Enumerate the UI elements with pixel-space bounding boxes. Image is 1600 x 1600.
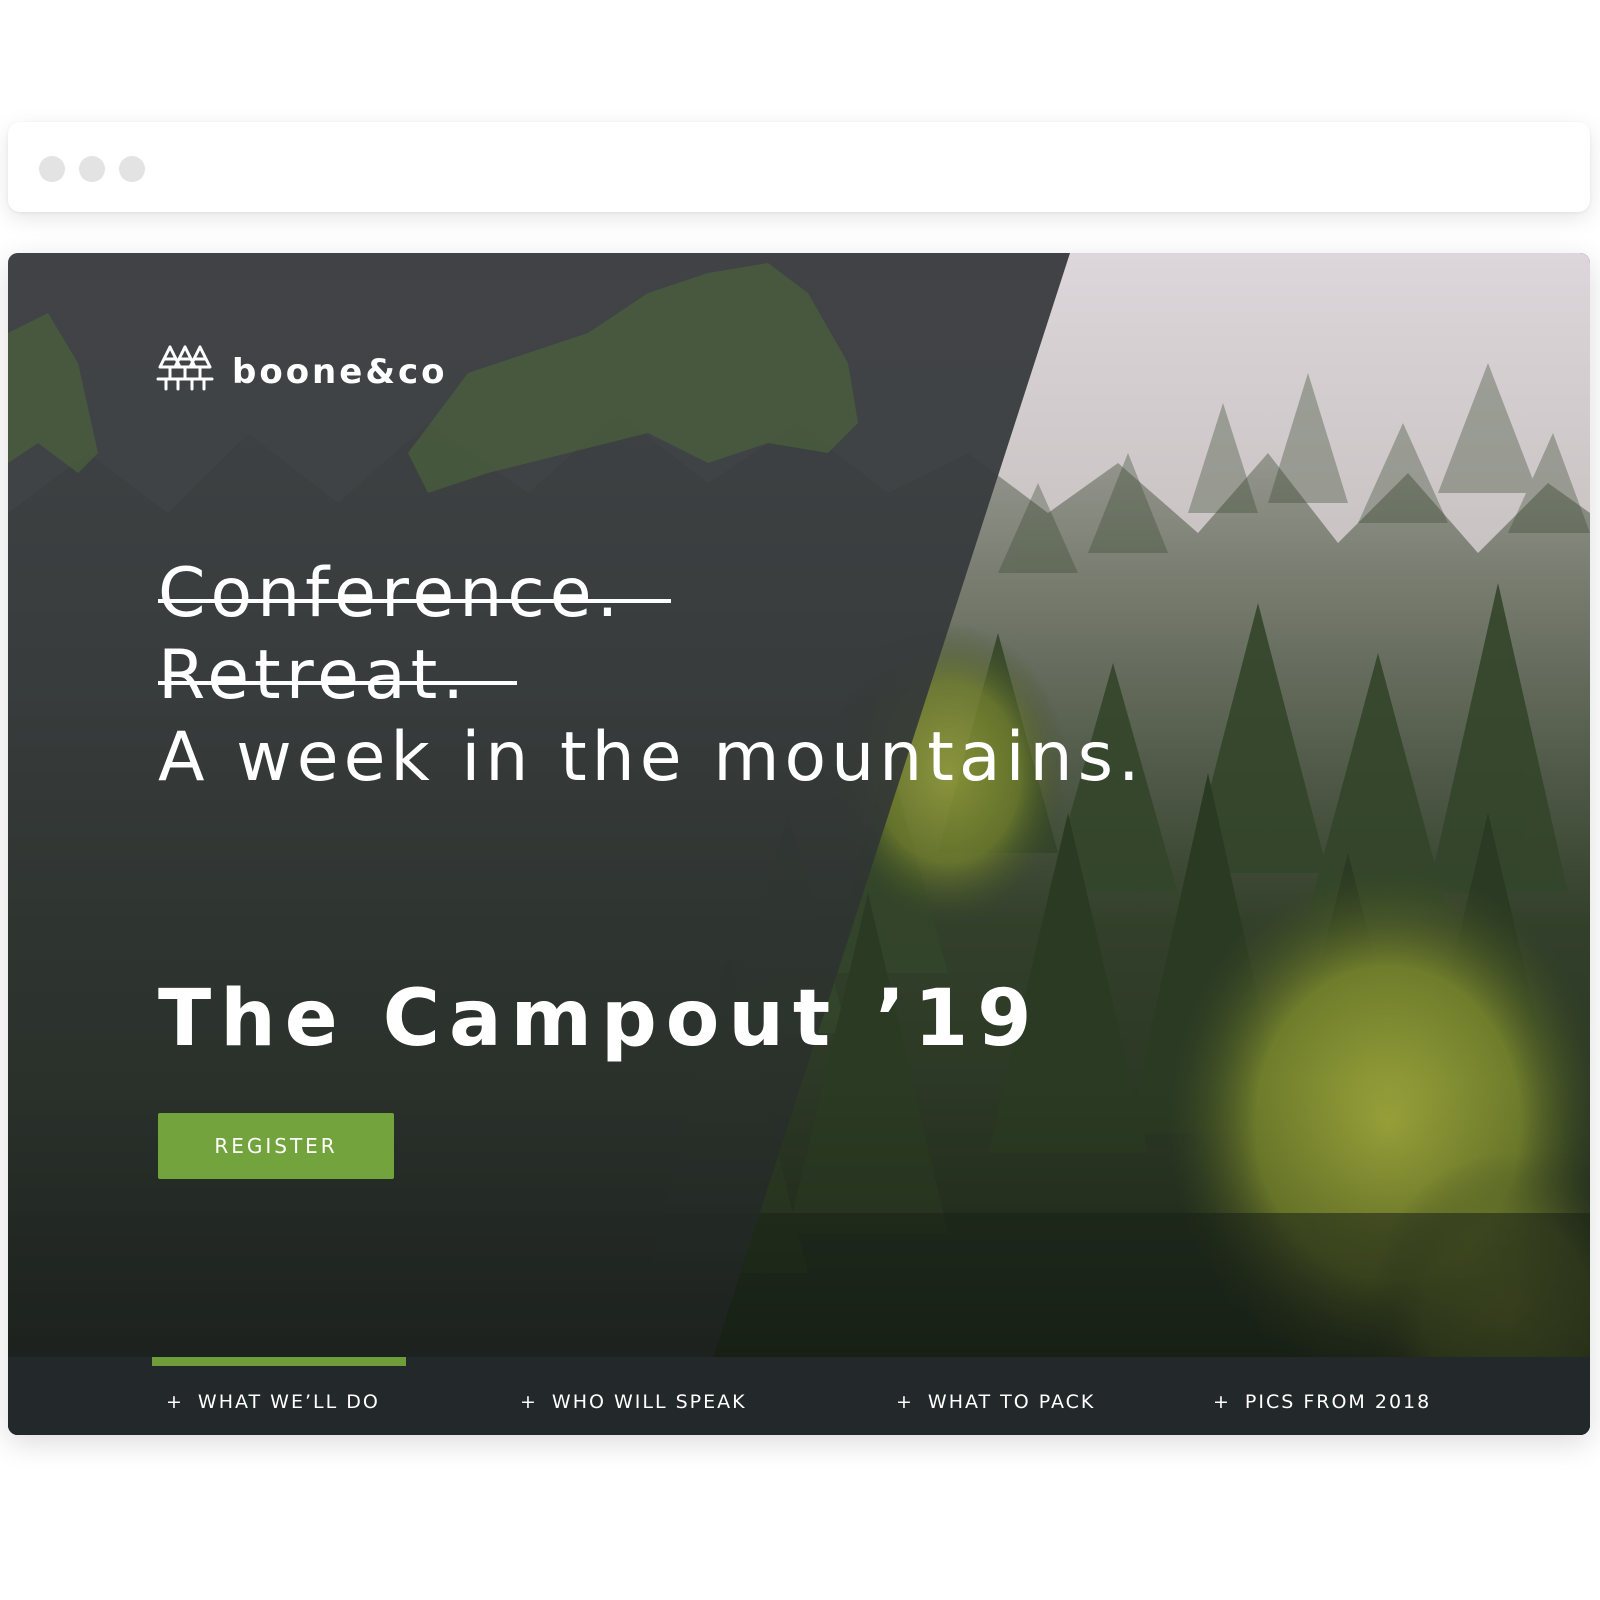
nav-item-label: WHAT WE’LL DO [197,1391,380,1413]
nav-item-label: WHAT TO PACK [927,1391,1096,1413]
pine-trees-icon [156,345,214,391]
hero-headline: Conference. Retreat. A week in the mount… [158,553,1145,799]
section-nav: + WHAT WE’LL DO + WHO WILL SPEAK + WHAT TO … [8,1357,1590,1435]
plus-icon: + [520,1391,538,1413]
plus-icon: + [166,1391,184,1413]
window-dot-icon[interactable] [79,156,105,182]
plus-icon: + [1213,1391,1231,1413]
strikethrough-line [158,681,517,685]
browser-toolbar [8,122,1590,212]
nav-item-pics-from-2018[interactable]: + PICS FROM 2018 [1213,1391,1431,1413]
window-dot-icon[interactable] [39,156,65,182]
nav-item-what-to-pack[interactable]: + WHAT TO PACK [896,1391,1095,1413]
window-dot-icon[interactable] [119,156,145,182]
hero-section: boone&co Conference. Retreat. A week in … [8,253,1590,1435]
nav-item-what-well-do[interactable]: + WHAT WE’LL DO [166,1391,380,1413]
plus-icon: + [896,1391,914,1413]
nav-item-who-will-speak[interactable]: + WHO WILL SPEAK [520,1391,747,1413]
struck-headline-line: Conference. [158,553,672,635]
active-nav-indicator [152,1357,406,1366]
struck-text: Retreat. [158,636,469,715]
nav-item-label: WHO WILL SPEAK [551,1391,747,1413]
brand-logo[interactable]: boone&co [156,345,447,397]
struck-headline-line: Retreat. [158,635,517,717]
nav-item-label: PICS FROM 2018 [1244,1391,1432,1413]
register-button[interactable]: REGISTER [158,1113,394,1179]
hero-gradient-overlay [8,253,1590,1435]
brand-name: boone&co [232,352,448,392]
hero-tagline: A week in the mountains. [158,718,1145,797]
event-title: The Campout ’19 [158,974,1041,1064]
struck-text: Conference. [158,554,624,633]
strikethrough-line [158,599,672,603]
